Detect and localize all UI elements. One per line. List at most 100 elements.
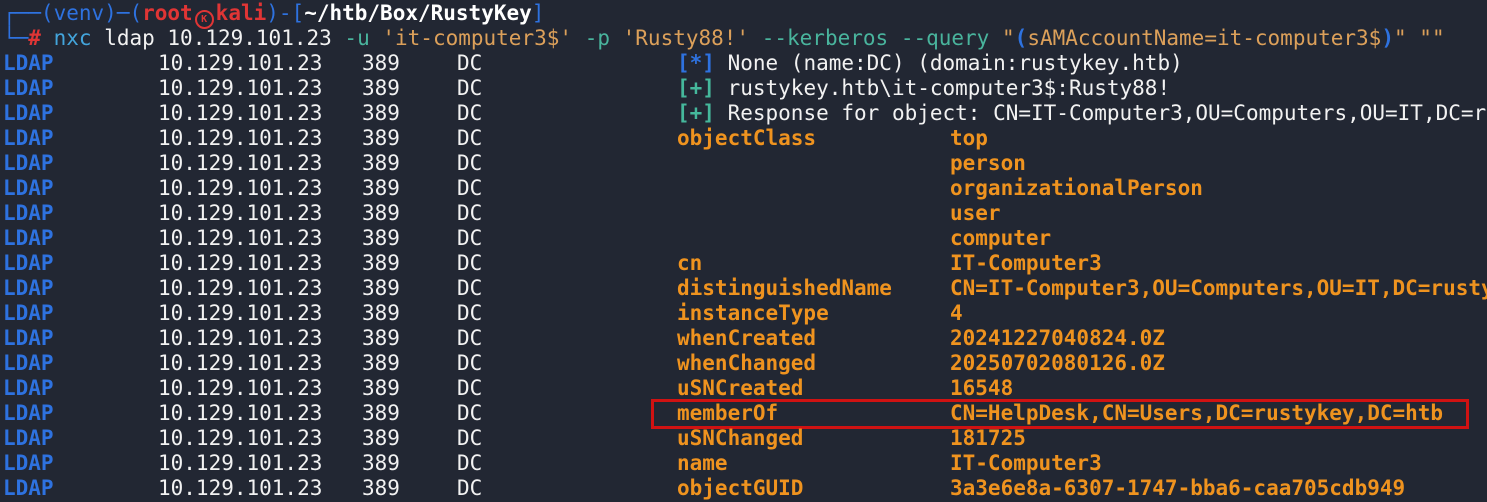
attribute-value: 20241227040824.0Z [950, 326, 1165, 351]
ip-cell: 10.129.101.23 [158, 176, 322, 201]
table-row: LDAP10.129.101.23389DCwhenCreated2024122… [0, 326, 1487, 351]
attribute-value: 20250702080126.0Z [950, 351, 1165, 376]
ip-cell: 10.129.101.23 [158, 76, 322, 101]
attribute-value: IT-Computer3 [950, 451, 1102, 476]
port-cell: 389 [362, 301, 400, 326]
attribute-name: name [677, 451, 728, 476]
protocol-cell: LDAP [3, 301, 54, 326]
hostname-cell: DC [457, 426, 482, 451]
attribute-name: whenChanged [677, 351, 816, 376]
table-row: LDAP10.129.101.23389DCwhenChanged2025070… [0, 351, 1487, 376]
protocol-cell: LDAP [3, 476, 54, 501]
command-token: " [1002, 26, 1015, 50]
port-cell: 389 [362, 76, 400, 101]
port-cell: 389 [362, 151, 400, 176]
protocol-cell: LDAP [3, 251, 54, 276]
table-row: LDAP10.129.101.23389DCorganizationalPers… [0, 176, 1487, 201]
command-token: -p [585, 26, 610, 50]
table-row: LDAP10.129.101.23389DCuser [0, 201, 1487, 226]
table-row: LDAP10.129.101.23389DC[+] Response for o… [0, 101, 1487, 126]
table-row: LDAP10.129.101.23389DC[*] None (name:DC)… [0, 51, 1487, 76]
attribute-name: memberOf [677, 401, 778, 426]
command-token [41, 26, 54, 50]
protocol-cell: LDAP [3, 451, 54, 476]
hostname-cell: DC [457, 126, 482, 151]
hostname-cell: DC [457, 101, 482, 126]
command-token: --query [901, 26, 990, 50]
attribute-name: cn [677, 251, 702, 276]
port-cell: 389 [362, 101, 400, 126]
hostname-cell: DC [457, 276, 482, 301]
hostname-cell: DC [457, 251, 482, 276]
attribute-name: uSNCreated [677, 376, 803, 401]
protocol-cell: LDAP [3, 326, 54, 351]
log-message-text: Response for object: CN=IT-Computer3,OU=… [715, 101, 1487, 125]
protocol-cell: LDAP [3, 101, 54, 126]
terminal-window[interactable]: ┌──(venv)─(rootKkali)-[~/htb/Box/RustyKe… [0, 0, 1487, 502]
command-token: " [1394, 26, 1407, 50]
status-prefix-icon: [+] [677, 101, 715, 125]
port-cell: 389 [362, 176, 400, 201]
log-message: [*] None (name:DC) (domain:rustykey.htb) [677, 51, 1183, 76]
attribute-value: person [950, 151, 1026, 176]
attribute-name: uSNChanged [677, 426, 803, 451]
ip-cell: 10.129.101.23 [158, 276, 322, 301]
prompt-frame-open: ┌──( [3, 1, 54, 25]
protocol-cell: LDAP [3, 51, 54, 76]
hostname-cell: DC [457, 51, 482, 76]
attribute-name: objectClass [677, 126, 816, 151]
hostname-cell: DC [457, 76, 482, 101]
prompt-user: root [142, 1, 193, 25]
port-cell: 389 [362, 201, 400, 226]
attribute-name: instanceType [677, 301, 829, 326]
ip-cell: 10.129.101.23 [158, 151, 322, 176]
venv-label: venv [54, 1, 105, 25]
protocol-cell: LDAP [3, 151, 54, 176]
log-message-text: None (name:DC) (domain:rustykey.htb) [715, 51, 1183, 75]
command-token [370, 26, 383, 50]
attribute-name: whenCreated [677, 326, 816, 351]
log-message: [+] Response for object: CN=IT-Computer3… [677, 101, 1487, 126]
protocol-cell: LDAP [3, 376, 54, 401]
table-row: LDAP 10.129.101.23 389 DC uSNCreated 16548 [0, 376, 1487, 401]
protocol-cell: LDAP [3, 126, 54, 151]
hostname-cell: DC [457, 151, 482, 176]
command-token: ) [1381, 26, 1394, 50]
table-row: LDAP10.129.101.23389DCdistinguishedNameC… [0, 276, 1487, 301]
command-token: nxc [54, 26, 92, 50]
protocol-cell: LDAP [3, 276, 54, 301]
table-row: LDAP 10.129.101.23 389 DC person [0, 151, 1487, 176]
port-cell: 389 [362, 376, 400, 401]
command-token: "" [1419, 26, 1444, 50]
table-row: LDAP10.129.101.23389DCnameIT-Computer3 [0, 451, 1487, 476]
table-row: LDAP10.129.101.23389DCmemberOfCN=HelpDes… [0, 401, 1487, 426]
port-cell: 389 [362, 276, 400, 301]
attribute-value: organizationalPerson [950, 176, 1203, 201]
attribute-value: 181725 [950, 426, 1026, 451]
ip-cell: 10.129.101.23 [158, 226, 322, 251]
hostname-cell: DC [457, 176, 482, 201]
ip-cell: 10.129.101.23 [158, 376, 322, 401]
table-row: LDAP10.129.101.23389DCcomputer [0, 226, 1487, 251]
protocol-cell: LDAP [3, 226, 54, 251]
attribute-value: CN=HelpDesk,CN=Users,DC=rustykey,DC=htb [950, 401, 1443, 426]
attribute-value: computer [950, 226, 1051, 251]
ip-cell: 10.129.101.23 [158, 251, 322, 276]
prompt-host: kali [216, 1, 267, 25]
table-row: LDAP10.129.101.23389DC[+] rustykey.htb\i… [0, 76, 1487, 101]
ip-cell: 10.129.101.23 [158, 351, 322, 376]
ip-cell: 10.129.101.23 [158, 301, 322, 326]
table-row: LDAP10.129.101.23389DCobjectClasstop [0, 126, 1487, 151]
command-token [1407, 26, 1420, 50]
command-token [888, 26, 901, 50]
port-cell: 389 [362, 351, 400, 376]
hostname-cell: DC [457, 226, 482, 251]
table-row: LDAP10.129.101.23389DCuSNChanged181725 [0, 426, 1487, 451]
attribute-value: 16548 [950, 376, 1013, 401]
port-cell: 389 [362, 326, 400, 351]
port-cell: 389 [362, 51, 400, 76]
port-cell: 389 [362, 126, 400, 151]
port-cell: 389 [362, 426, 400, 451]
hostname-cell: DC [457, 376, 482, 401]
command-token [989, 26, 1002, 50]
